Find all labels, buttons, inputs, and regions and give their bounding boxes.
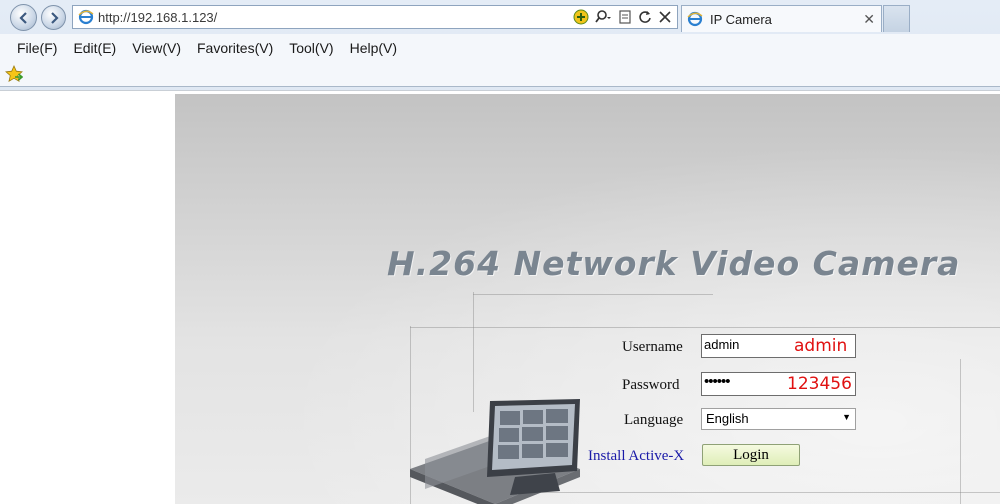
back-arrow-icon [18, 11, 27, 24]
menu-file[interactable]: File(F) [9, 37, 65, 59]
username-input-value: admin [704, 337, 740, 352]
username-label: Username [622, 339, 683, 355]
new-tab-button[interactable] [883, 5, 910, 32]
refresh-icon[interactable] [637, 9, 653, 25]
login-button[interactable]: Login [702, 444, 800, 466]
forward-button[interactable] [41, 5, 66, 30]
address-text[interactable]: http://192.168.1.123/ [98, 10, 217, 25]
menu-edit[interactable]: Edit(E) [65, 37, 124, 59]
deco-line [410, 327, 1000, 328]
password-label: Password [622, 377, 680, 393]
close-icon[interactable] [657, 9, 673, 25]
page-content: H.264 Network Video Camera Username admi… [0, 90, 1000, 504]
language-select[interactable]: English ▼ [701, 408, 856, 430]
panel-shade [175, 94, 1000, 504]
ie-icon [78, 9, 94, 25]
install-activex-link[interactable]: Install Active-X [588, 448, 684, 465]
password-hint: 123456 [787, 374, 852, 394]
tab-close-icon[interactable]: ✕ [863, 11, 875, 28]
menu-tools[interactable]: Tool(V) [281, 37, 341, 59]
dvr-monitor-illustration [410, 399, 580, 504]
forward-arrow-icon [50, 11, 59, 24]
tab-title: IP Camera [710, 11, 772, 27]
menu-bar: File(F) Edit(E) View(V) Favorites(V) Too… [0, 34, 1000, 62]
browser-chrome: http://192.168.1.123/ IP Camera ✕ File(F… [0, 0, 1000, 90]
menu-view[interactable]: View(V) [124, 37, 189, 59]
tab-ie-icon [687, 11, 703, 27]
login-panel: H.264 Network Video Camera Username admi… [175, 94, 1000, 504]
compat-page-icon[interactable] [617, 9, 633, 25]
menu-favorites[interactable]: Favorites(V) [189, 37, 281, 59]
username-hint: admin [794, 336, 848, 356]
password-input-value: •••••• [704, 373, 730, 390]
password-field[interactable]: •••••• 123456 [701, 372, 856, 396]
favorites-bar [0, 62, 1000, 87]
menu-help[interactable]: Help(V) [342, 37, 405, 59]
product-title: H.264 Network Video Camera [387, 244, 961, 283]
tab-ip-camera[interactable]: IP Camera ✕ [681, 5, 882, 32]
compatibility-icon[interactable] [573, 9, 589, 25]
language-label: Language [624, 412, 684, 428]
language-selected-value: English [706, 411, 749, 426]
address-tools [573, 8, 673, 26]
username-field[interactable]: admin admin [701, 334, 856, 358]
favorites-star-icon[interactable] [5, 65, 23, 83]
deco-line [473, 292, 474, 412]
back-button[interactable] [10, 4, 37, 31]
address-bar[interactable]: http://192.168.1.123/ [72, 5, 678, 29]
deco-line [960, 359, 961, 504]
deco-line [473, 294, 713, 295]
search-icon[interactable] [593, 9, 613, 25]
chevron-down-icon: ▼ [842, 412, 851, 422]
